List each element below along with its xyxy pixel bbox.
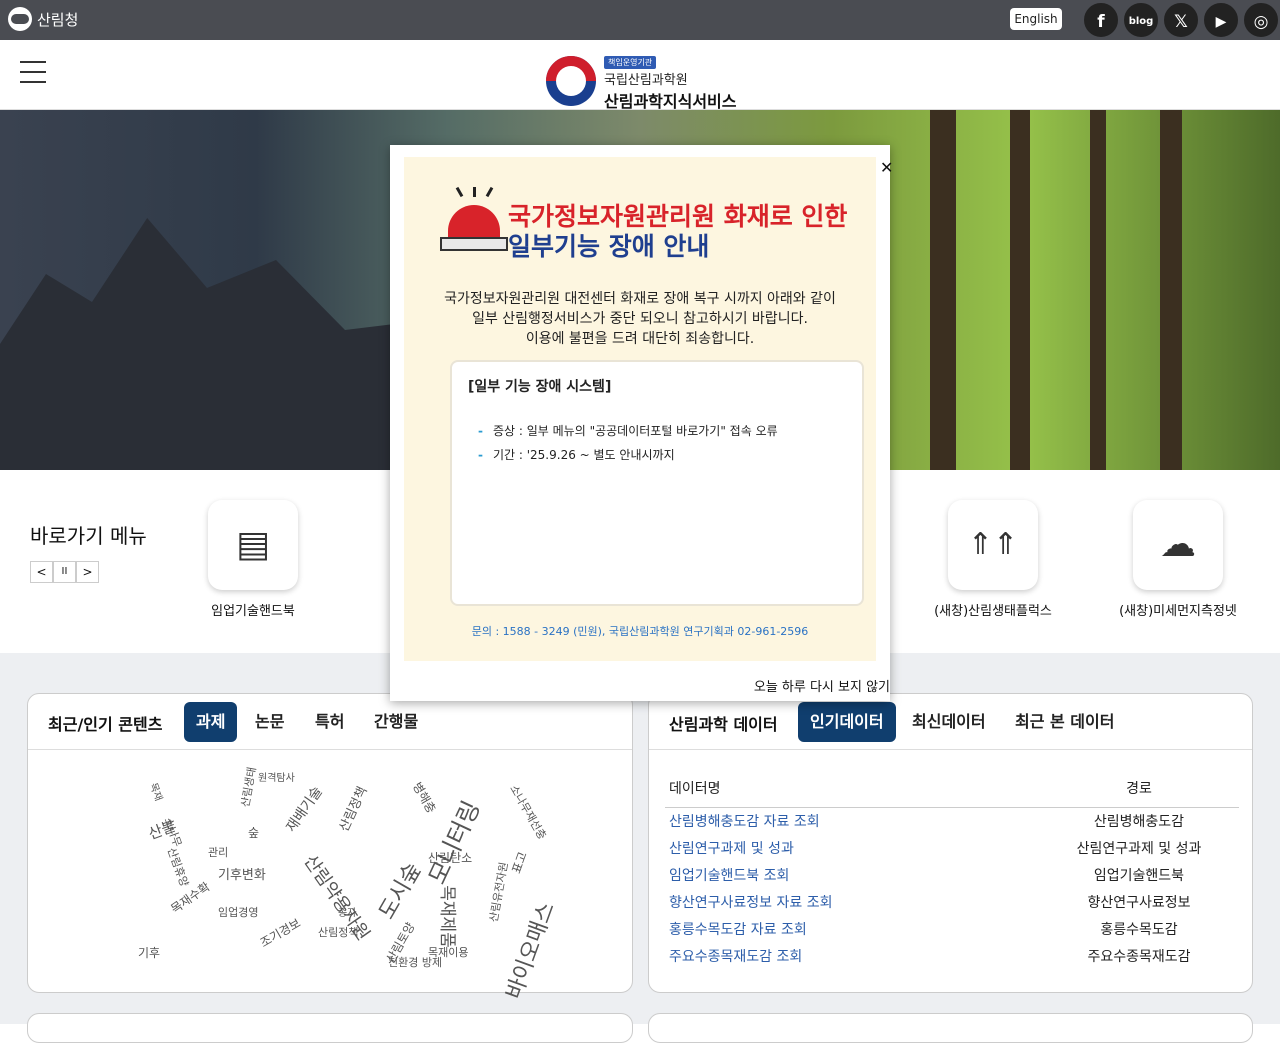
word-cloud-item[interactable]: 소나무재선충: [506, 782, 550, 843]
quick-prev-button[interactable]: <: [30, 561, 53, 583]
siren-icon: [440, 186, 510, 257]
word-cloud-item[interactable]: 임업경영: [218, 904, 258, 920]
word-cloud-item[interactable]: 원격탐사: [258, 769, 295, 784]
org-name: 산림청: [37, 10, 79, 29]
word-cloud-item[interactable]: 병해충: [409, 779, 440, 816]
institute-name: 국립산림과학원: [604, 73, 688, 88]
quick-item-label[interactable]: (새창)미세먼지측정넷: [1103, 600, 1253, 619]
word-cloud: 산불 관리 기후변화 도시숲 산림약용자원 모니터링 바이오매스 목재제품 재배기술 산림정책 소나…: [128, 764, 560, 1003]
menu-icon[interactable]: [20, 61, 46, 83]
table-row-link[interactable]: 산림연구과제 및 성과: [669, 838, 794, 858]
english-button[interactable]: English: [1010, 8, 1062, 30]
table-row-link[interactable]: 홍릉수목도감 자료 조회: [669, 919, 807, 939]
tab-latest-data[interactable]: 최신데이터: [900, 702, 998, 742]
tab-popular-data[interactable]: 인기데이터: [798, 702, 896, 742]
service-name: 산림과학지식서비스: [604, 92, 737, 111]
blog-icon[interactable]: blog: [1122, 1, 1160, 39]
table-row-path: 향산연구사료정보: [1087, 895, 1191, 911]
quick-item-label[interactable]: 임업기술핸드북: [188, 600, 318, 619]
table-row-path: 주요수종목재도감: [1087, 949, 1191, 965]
rain-cloud-icon[interactable]: ☁: [1133, 500, 1223, 590]
word-cloud-item[interactable]: 종자: [338, 904, 356, 919]
tab-publications[interactable]: 간행물: [362, 702, 430, 742]
notice-content: 국가정보자원관리원 화재로 인한 일부기능 장애 안내 국가정보자원관리원 대전…: [404, 157, 876, 661]
quick-item-label[interactable]: (새창)산림생태플럭스: [913, 600, 1073, 619]
word-cloud-item[interactable]: 소나무: [160, 815, 185, 849]
close-icon[interactable]: ✕: [880, 157, 894, 179]
instagram-icon[interactable]: ◎: [1242, 1, 1280, 39]
affected-systems-box: [일부 기능 장애 시스템] - 증상 : 일부 메뉴의 "공공데이터포털 바로가…: [450, 360, 864, 606]
top-bar: 산림청 English f blog 𝕏 ▶ ◎: [0, 0, 1280, 40]
taeguk-emblem-icon: [546, 56, 596, 106]
tab-patents[interactable]: 특허: [303, 702, 356, 742]
table-row-path: 임업기술핸드북: [1093, 868, 1185, 884]
bottom-panel-right: [648, 1013, 1253, 1043]
forest-service-logo[interactable]: 산림청: [8, 7, 78, 31]
recent-popular-contents-panel: 최근/인기 콘텐츠 과제 논문 특허 간행물 산불 관리 기후변화 도시숲 산림약용자원…: [27, 693, 633, 1003]
dont-show-today-link[interactable]: 오늘 하루 다시 보지 않기: [754, 676, 890, 695]
word-cloud-item[interactable]: 목재이용: [428, 944, 468, 960]
table-row-path: 산림병해충도감: [1093, 814, 1185, 830]
tree-icon[interactable]: ⇑⇑: [948, 500, 1038, 590]
word-cloud-item[interactable]: 산림생태: [237, 766, 260, 809]
affected-systems-title: [일부 기능 장애 시스템]: [468, 379, 612, 395]
agency-badge: 책임운영기관: [604, 56, 657, 69]
table-row-link[interactable]: 산림병해충도감 자료 조회: [669, 811, 820, 831]
word-cloud-item[interactable]: 산림탄소: [428, 849, 472, 866]
word-cloud-item[interactable]: 산림정책: [333, 783, 371, 834]
word-cloud-item[interactable]: 숲: [248, 824, 259, 841]
quick-pause-button[interactable]: II: [53, 561, 76, 583]
site-logo[interactable]: 책임운영기관 국립산림과학원 산림과학지식서비스: [546, 50, 736, 112]
word-cloud-item[interactable]: 바이오매스: [496, 897, 561, 1003]
bottom-panel-left: [27, 1013, 633, 1043]
tab-projects[interactable]: 과제: [184, 702, 238, 742]
column-path: 경로: [1126, 781, 1152, 797]
table-row-link[interactable]: 임업기술핸드북 조회: [669, 865, 789, 885]
word-cloud-item[interactable]: 기후: [138, 944, 160, 961]
word-cloud-item[interactable]: 도시숲: [369, 856, 427, 925]
notice-popup: 국가정보자원관리원 화재로 인한 일부기능 장애 안내 국가정보자원관리원 대전…: [390, 145, 893, 701]
word-cloud-item[interactable]: 관리: [208, 844, 228, 860]
word-cloud-item[interactable]: 재배기술: [281, 782, 327, 836]
notice-title-line2: 일부기능 장애 안내: [508, 232, 710, 261]
word-cloud-item[interactable]: 표고: [507, 849, 531, 876]
site-header: 책임운영기관 국립산림과학원 산림과학지식서비스: [0, 40, 1280, 112]
table-row-path: 홍릉수목도감: [1100, 922, 1178, 938]
panel-title: 산림과학 데이터: [669, 715, 778, 734]
panel-title: 최근/인기 콘텐츠: [48, 715, 163, 734]
facebook-icon[interactable]: f: [1082, 1, 1120, 39]
word-cloud-item[interactable]: 조기경보: [257, 914, 304, 951]
tab-papers[interactable]: 논문: [243, 702, 296, 742]
quick-next-button[interactable]: >: [76, 561, 99, 583]
symptom-item: - 증상 : 일부 메뉴의 "공공데이터포털 바로가기" 접속 오류: [478, 424, 778, 438]
notice-message: 국가정보자원관리원 대전센터 화재로 장애 복구 시까지 아래와 같이 일부 산…: [444, 291, 836, 347]
table-row-link[interactable]: 주요수종목재도감 조회: [669, 946, 802, 966]
x-icon[interactable]: 𝕏: [1162, 1, 1200, 39]
period-item: - 기간 : '25.9.26 ~ 별도 안내시까지: [478, 448, 675, 462]
book-icon[interactable]: ▤: [208, 500, 298, 590]
word-cloud-item[interactable]: 목재: [147, 780, 167, 803]
word-cloud-item[interactable]: 목재제품: [437, 885, 462, 948]
forest-science-data-panel: 산림과학 데이터 인기데이터 최신데이터 최근 본 데이터 데이터명 경로 산림…: [648, 693, 1253, 993]
word-cloud-item[interactable]: 산림정책: [318, 924, 358, 940]
quick-menu-title: 바로가기 메뉴: [30, 524, 147, 548]
table-row-path: 산림연구과제 및 성과: [1076, 841, 1202, 857]
word-cloud-item[interactable]: 산림휴양: [164, 845, 193, 889]
gov-emblem-icon: [8, 7, 32, 31]
word-cloud-item[interactable]: 기후변화: [218, 864, 266, 883]
tab-recently-viewed[interactable]: 최근 본 데이터: [1003, 702, 1126, 742]
contact-info: 문의 : 1588 - 3249 (민원), 국립산림과학원 연구기획과 02-…: [471, 625, 809, 638]
youtube-icon[interactable]: ▶: [1202, 1, 1240, 39]
column-data-name: 데이터명: [669, 781, 721, 797]
table-row-link[interactable]: 향산연구사료정보 자료 조회: [669, 892, 832, 912]
